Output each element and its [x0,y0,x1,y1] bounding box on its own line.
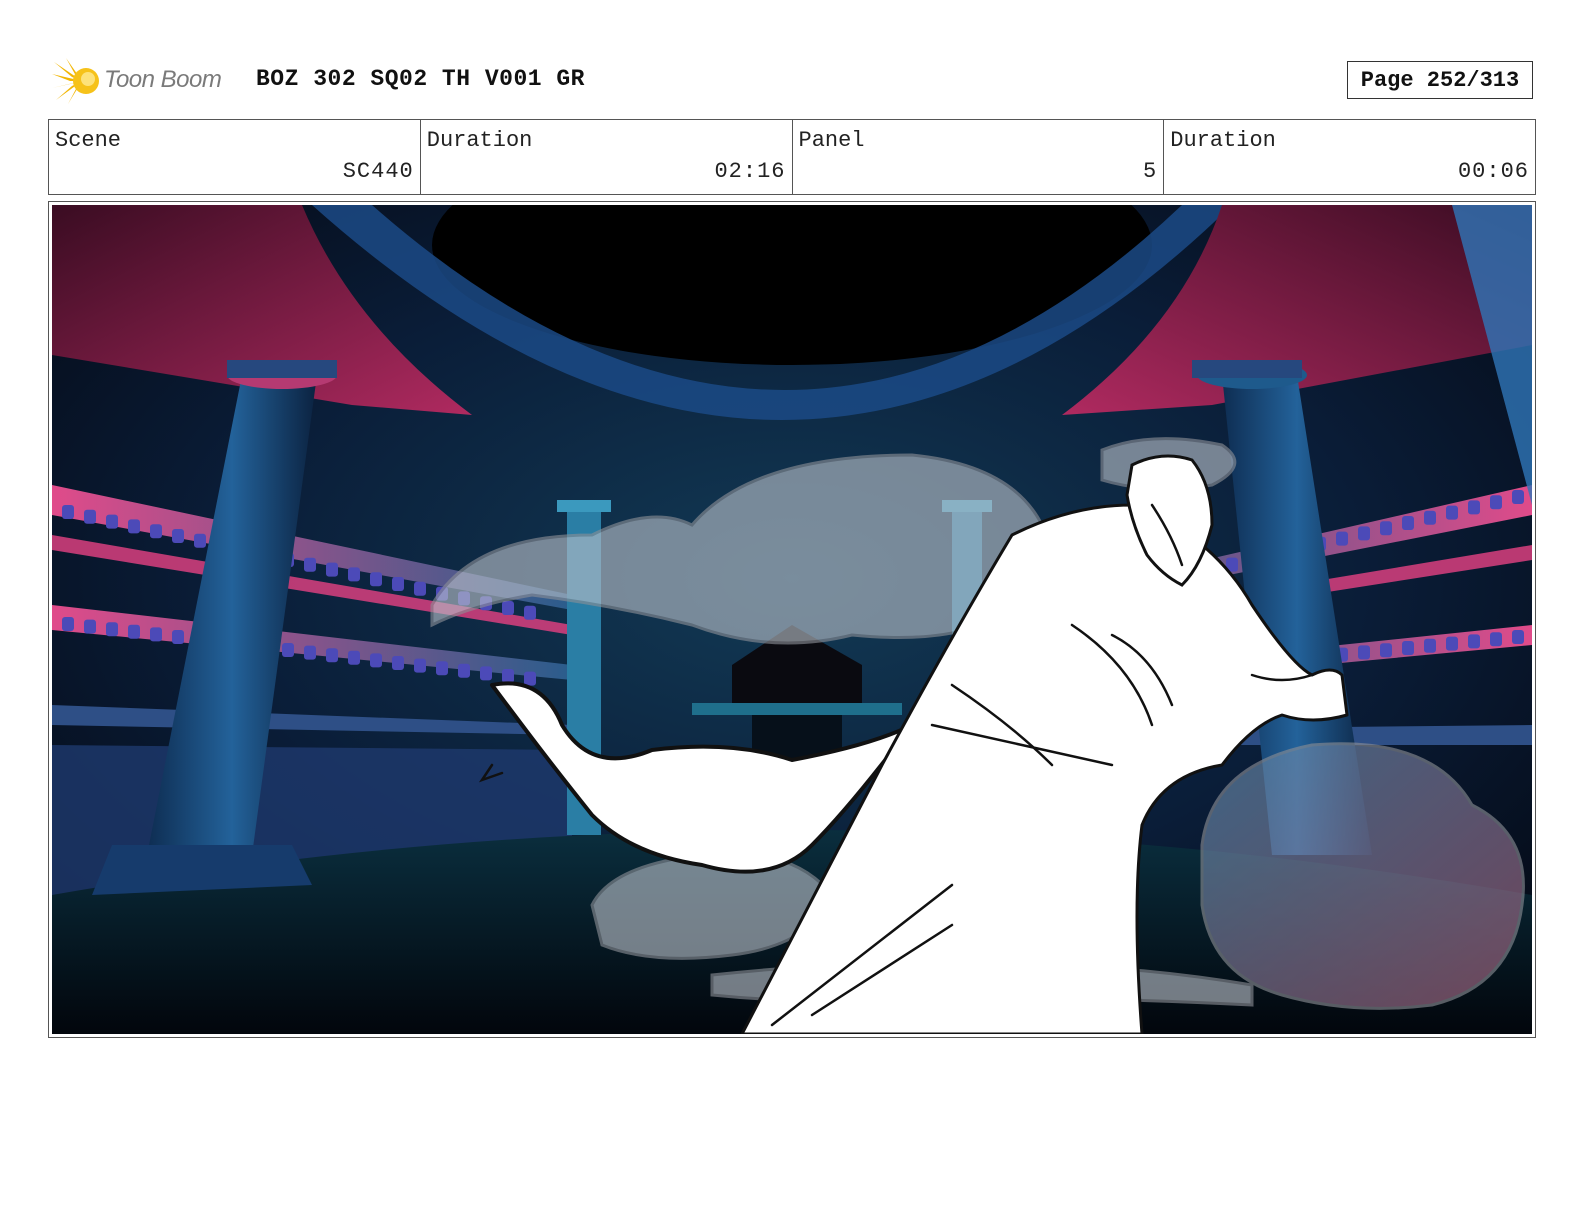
scene-value: SC440 [342,159,414,184]
storyboard-artwork [52,205,1532,1034]
scene-cell: Scene SC440 [49,120,421,194]
storyboard-panel-image [52,205,1532,1034]
logo-star-icon [52,58,99,104]
toon-boom-logo: Toon Boom [52,56,242,106]
panel-cell: Panel 5 [793,120,1165,194]
page-indicator: Page 252/313 [1347,61,1533,99]
panel-duration-value: 00:06 [1457,159,1529,184]
scene-duration-cell: Duration 02:16 [421,120,793,194]
logo-wordmark: Toon Boom [104,66,222,93]
scene-duration-value: 02:16 [714,159,786,184]
scene-label: Scene [55,128,122,153]
panel-duration-label: Duration [1170,128,1276,153]
document-title: BOZ 302 SQ02 TH V001 GR [256,66,585,92]
panel-duration-cell: Duration 00:06 [1164,120,1535,194]
panel-label: Panel [798,128,865,153]
scene-duration-label: Duration [426,128,533,153]
scene-info-table: Scene SC440 Duration 02:16 Panel 5 Durat… [48,119,1536,195]
panel-value: 5 [1143,159,1158,184]
